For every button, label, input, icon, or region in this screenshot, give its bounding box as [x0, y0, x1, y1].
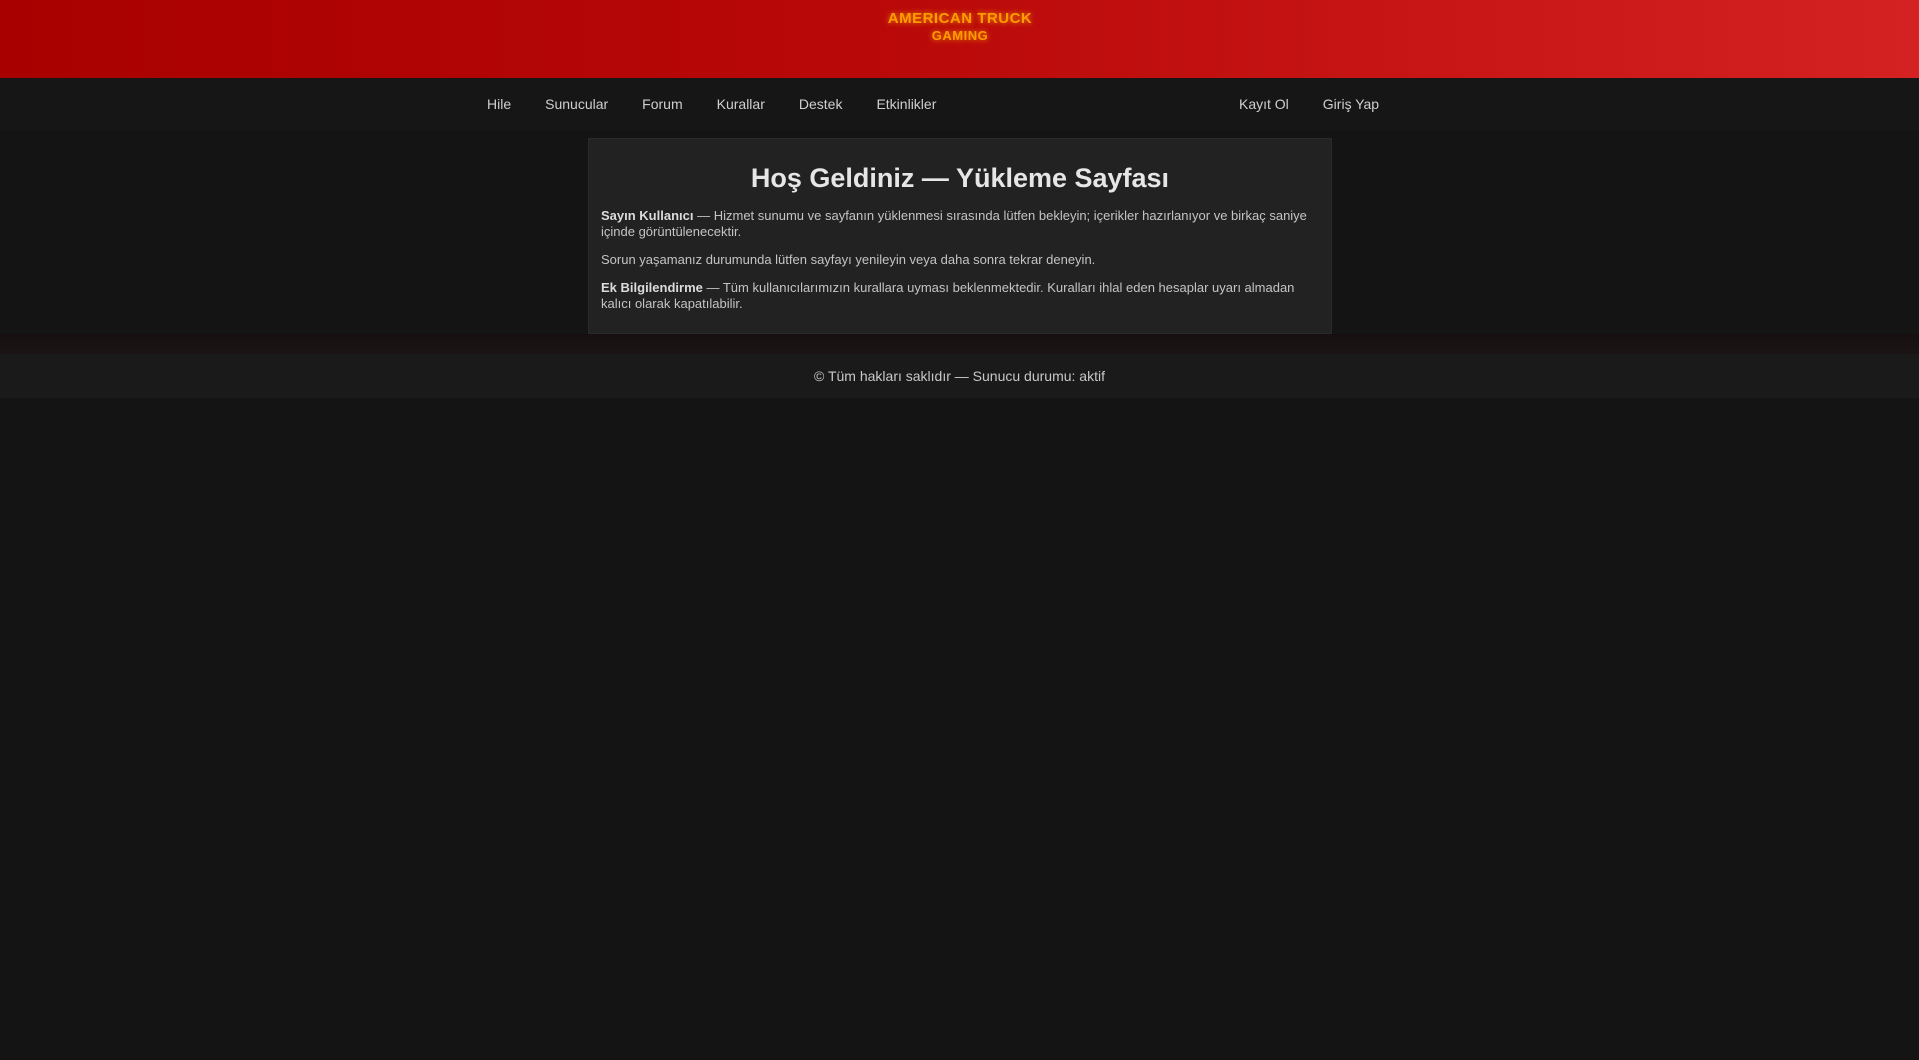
- section-divider: [0, 334, 1919, 354]
- nav-item-events[interactable]: Etkinlikler: [859, 78, 953, 130]
- nav-left-group: Hile Sunucular Forum Kurallar Destek Etk…: [470, 78, 953, 130]
- panel-title: Hoş Geldiniz — Yükleme Sayfası: [750, 163, 1170, 193]
- login-link[interactable]: Giriş Yap: [1306, 78, 1396, 130]
- panel-paragraph-3-lead: Ek Bilgilendirme: [601, 280, 703, 295]
- site-logo[interactable]: AMERICAN TRUCK GAMING: [860, 10, 1060, 54]
- nav-item-forum[interactable]: Forum: [625, 78, 699, 130]
- logo-line-2: GAMING: [931, 28, 989, 43]
- panel-paragraph-2: Sorun yaşamanız durumunda lütfen sayfayı…: [601, 252, 1319, 268]
- site-footer: © Tüm hakları saklıdır — Sunucu durumu: …: [0, 354, 1919, 398]
- site-header: AMERICAN TRUCK GAMING: [0, 0, 1919, 78]
- logo-line-1: AMERICAN TRUCK: [887, 10, 1033, 27]
- nav-item-home[interactable]: Hile: [470, 78, 528, 130]
- nav-item-servers[interactable]: Sunucular: [528, 78, 625, 130]
- register-link[interactable]: Kayıt Ol: [1222, 78, 1306, 130]
- nav-item-support[interactable]: Destek: [782, 78, 860, 130]
- panel-paragraph-2-text: Sorun yaşamanız durumunda lütfen sayfayı…: [601, 252, 1096, 267]
- welcome-panel: Hoş Geldiniz — Yükleme Sayfası Sayın Kul…: [588, 138, 1332, 334]
- panel-paragraph-1-lead: Sayın Kullanıcı: [601, 208, 694, 223]
- panel-paragraph-3-text: — Tüm kullanıcılarımızın kurallara uymas…: [601, 280, 1295, 311]
- panel-paragraph-1: Sayın Kullanıcı — Hizmet sunumu ve sayfa…: [601, 208, 1319, 240]
- panel-paragraph-1-text: — Hizmet sunumu ve sayfanın yüklenmesi s…: [601, 208, 1307, 239]
- main-nav: Hile Sunucular Forum Kurallar Destek Etk…: [0, 78, 1919, 130]
- nav-right-group: Kayıt Ol Giriş Yap: [1222, 78, 1396, 130]
- panel-paragraph-3: Ek Bilgilendirme — Tüm kullanıcılarımızı…: [601, 280, 1319, 312]
- footer-text: © Tüm hakları saklıdır — Sunucu durumu: …: [814, 368, 1105, 384]
- nav-item-rules[interactable]: Kurallar: [700, 78, 782, 130]
